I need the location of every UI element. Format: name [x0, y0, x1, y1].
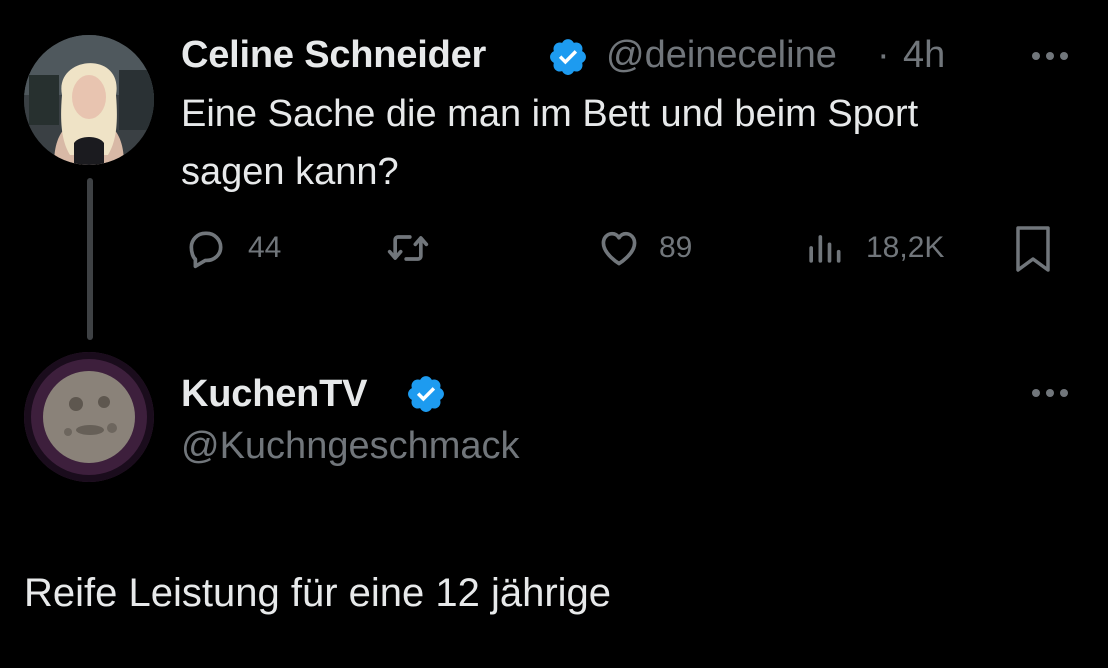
- meta-separator: ·: [877, 34, 890, 76]
- heart-icon[interactable]: [597, 226, 641, 270]
- tweet-timestamp[interactable]: 4h: [903, 34, 945, 76]
- speech-bubble-icon[interactable]: [184, 226, 228, 270]
- tweet-text-line: Eine Sache die man im Bett und beim Spor…: [181, 93, 919, 135]
- reply-count: 44: [248, 231, 282, 264]
- verified-badge-icon: [547, 36, 589, 78]
- verified-badge-icon: [405, 373, 447, 415]
- author-display-name[interactable]: Celine Schneider: [181, 34, 486, 76]
- ellipsis-icon[interactable]: [1030, 386, 1070, 398]
- reply-tweet-text: Reife Leistung für eine 12 jährige: [24, 571, 612, 615]
- bar-chart-icon[interactable]: [802, 226, 846, 270]
- thread-connector-line: [87, 178, 93, 340]
- avatar-photo-icon: [24, 35, 154, 165]
- author-avatar[interactable]: [24, 35, 154, 165]
- author-handle[interactable]: @Kuchngeschmack: [181, 424, 520, 468]
- author-handle[interactable]: @deineceline: [606, 34, 837, 76]
- author-display-name[interactable]: KuchenTV: [181, 373, 368, 415]
- views-count: 18,2K: [866, 231, 945, 264]
- avatar-photo-icon: [24, 352, 154, 482]
- tweet-text-line: sagen kann?: [181, 151, 399, 193]
- ellipsis-icon[interactable]: [1030, 49, 1070, 61]
- like-count: 89: [659, 231, 693, 264]
- bookmark-icon[interactable]: [1010, 224, 1056, 274]
- retweet-icon[interactable]: [386, 226, 430, 270]
- author-avatar[interactable]: [24, 352, 154, 482]
